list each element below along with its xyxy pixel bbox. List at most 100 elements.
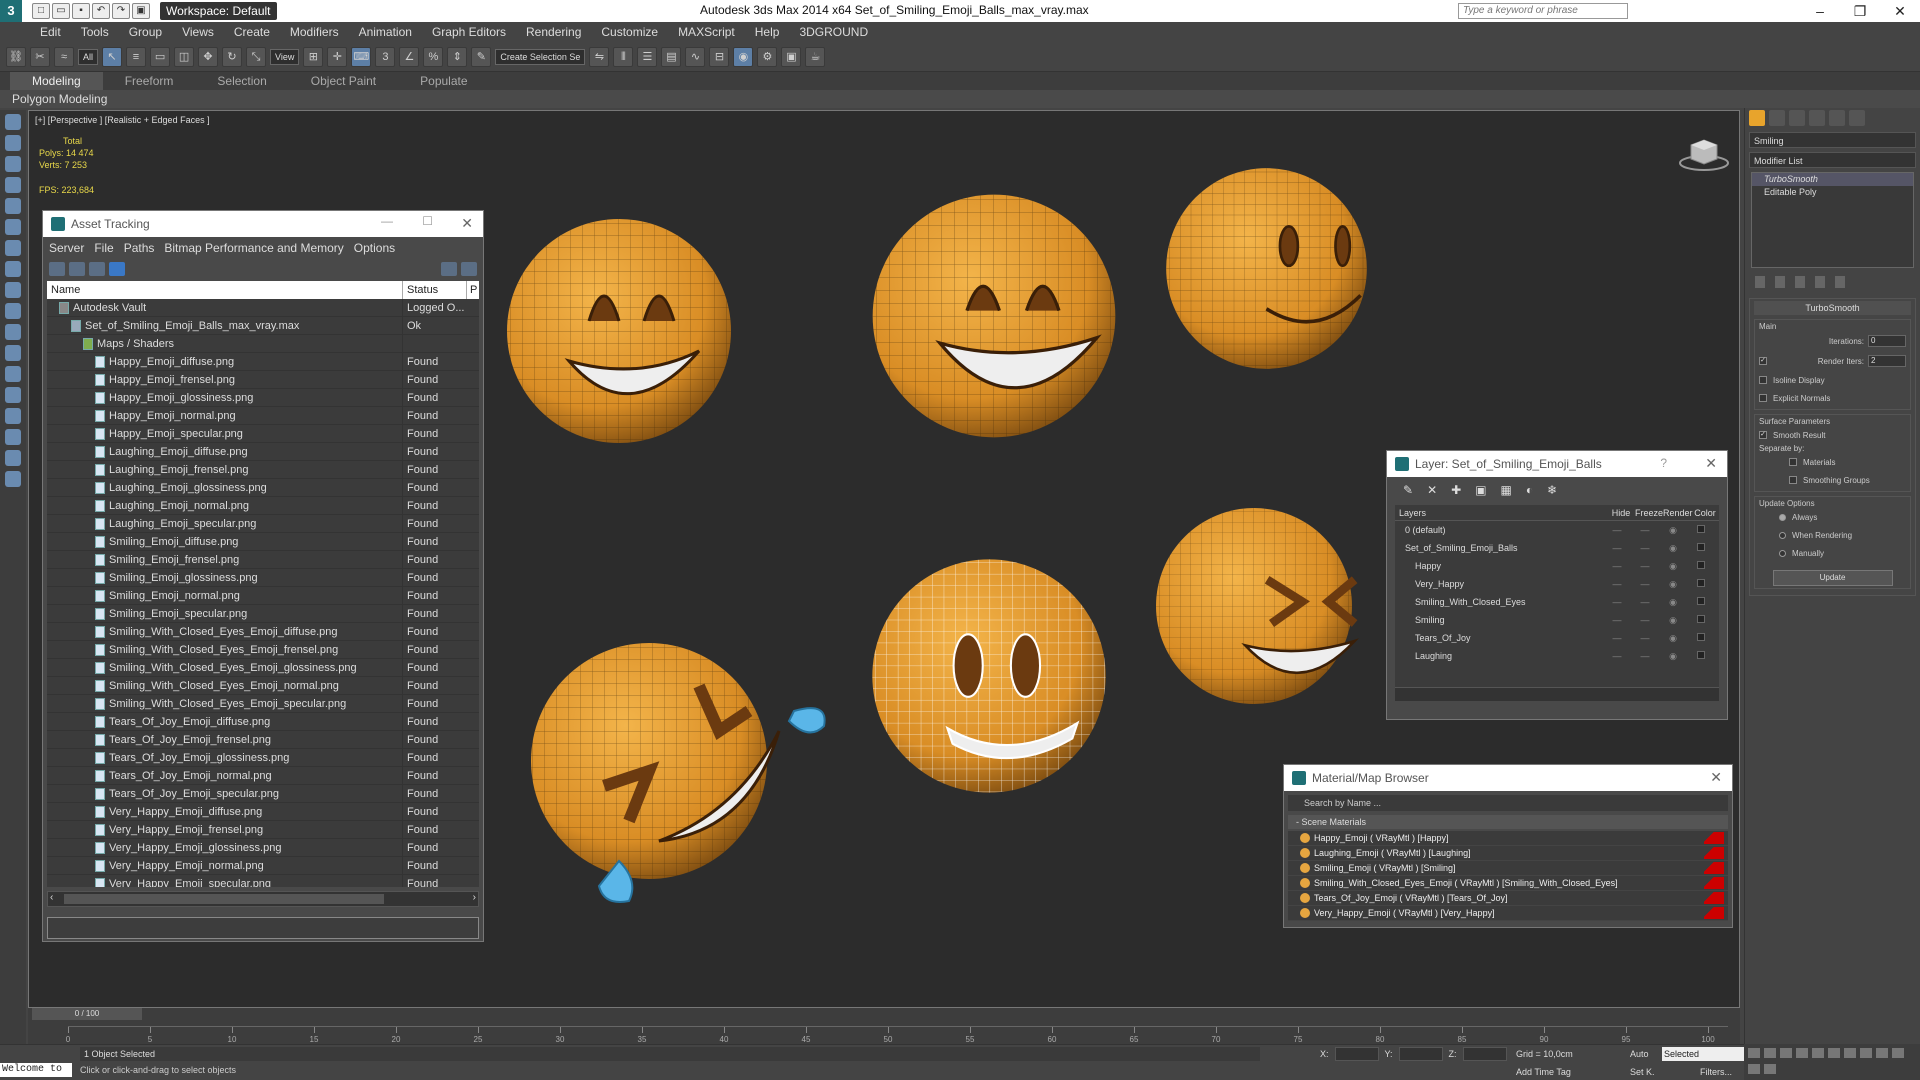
asset-menu-file[interactable]: File xyxy=(94,241,113,255)
layer-row[interactable]: Set_of_Smiling_Emoji_Balls — — ◉ xyxy=(1395,539,1719,557)
cylinder-icon[interactable] xyxy=(5,282,21,298)
time-slider[interactable]: 0 / 100 xyxy=(32,1008,142,1020)
prev-frame-icon[interactable] xyxy=(1764,1048,1776,1058)
layer-new-icon[interactable]: ✎ xyxy=(1403,483,1413,497)
set-key-button[interactable]: Set K. xyxy=(1630,1067,1655,1077)
layer-row[interactable]: 0 (default) — — ◉ xyxy=(1395,521,1719,539)
iterations-spinner[interactable]: 0 xyxy=(1868,335,1906,347)
layer-row[interactable]: Very_Happy — — ◉ xyxy=(1395,575,1719,593)
minimize-icon[interactable]: — xyxy=(381,214,393,228)
modify-tab-icon[interactable] xyxy=(1769,110,1785,126)
table-row[interactable]: Happy_Emoji_glossiness.png Found xyxy=(47,389,479,407)
table-row[interactable]: Smiling_Emoji_specular.png Found xyxy=(47,605,479,623)
layer-hide-toggle[interactable]: — xyxy=(1603,651,1631,661)
named-selection-dropdown[interactable]: Create Selection Se xyxy=(495,48,586,65)
table-row[interactable]: Smiling_Emoji_normal.png Found xyxy=(47,587,479,605)
table-row[interactable]: Tears_Of_Joy_Emoji_diffuse.png Found xyxy=(47,713,479,731)
menu-3dground[interactable]: 3DGROUND xyxy=(799,25,868,39)
table-row[interactable]: Smiling_With_Closed_Eyes_Emoji_specular.… xyxy=(47,695,479,713)
layer-scrollbar[interactable] xyxy=(1395,687,1719,701)
layer-hide-toggle[interactable]: — xyxy=(1603,597,1631,607)
menu-rendering[interactable]: Rendering xyxy=(526,25,581,39)
table-row[interactable]: Laughing_Emoji_frensel.png Found xyxy=(47,461,479,479)
workspace-dropdown[interactable]: Workspace: Default xyxy=(160,2,277,20)
create-icon[interactable] xyxy=(5,114,21,130)
keyboard-shortcut-icon[interactable]: ⌨ xyxy=(351,46,372,67)
list-item[interactable]: Smiling_With_Closed_Eyes_Emoji ( VRayMtl… xyxy=(1288,876,1728,891)
edit-named-sel-icon[interactable]: ✎ xyxy=(471,46,492,67)
asset-scrollbar[interactable]: ‹ › xyxy=(47,891,479,907)
layer-hide-toggle[interactable]: — xyxy=(1603,543,1631,553)
menu-modifiers[interactable]: Modifiers xyxy=(290,25,339,39)
layer-freeze-toggle[interactable]: — xyxy=(1631,651,1659,661)
maximize-icon[interactable]: ❐ xyxy=(1840,0,1880,22)
col-render[interactable]: Render xyxy=(1663,508,1693,518)
layer-add-icon[interactable]: ✚ xyxy=(1451,483,1461,497)
configure-modifier-icon[interactable] xyxy=(1835,276,1845,288)
schematic-icon[interactable]: ⊟ xyxy=(709,46,730,67)
zoom-extents-icon[interactable] xyxy=(1876,1048,1888,1058)
layer-select-icon[interactable]: ▣ xyxy=(1475,483,1486,497)
percent-snap-icon[interactable]: % xyxy=(423,46,444,67)
explicit-normals-checkbox[interactable] xyxy=(1759,394,1767,402)
remove-modifier-icon[interactable] xyxy=(1815,276,1825,288)
torus-icon[interactable] xyxy=(5,303,21,319)
rect-selection-icon[interactable]: ▭ xyxy=(150,46,171,67)
layer-color-swatch[interactable] xyxy=(1687,525,1715,535)
table-row[interactable]: Very_Happy_Emoji_diffuse.png Found xyxy=(47,803,479,821)
layer-color-swatch[interactable] xyxy=(1687,543,1715,553)
align-icon[interactable]: ⫴ xyxy=(613,46,634,67)
key-mode-icon[interactable] xyxy=(1828,1048,1840,1058)
table-row[interactable]: Very_Happy_Emoji_frensel.png Found xyxy=(47,821,479,839)
layer-freeze-toggle[interactable]: — xyxy=(1631,543,1659,553)
layer-render-toggle[interactable]: ◉ xyxy=(1659,633,1687,644)
save-icon[interactable]: ▪ xyxy=(72,3,90,19)
table-row[interactable]: Smiling_Emoji_glossiness.png Found xyxy=(47,569,479,587)
table-row[interactable]: Autodesk Vault Logged O... xyxy=(47,299,479,317)
layer-render-toggle[interactable]: ◉ xyxy=(1659,615,1687,626)
mirror-icon[interactable]: ⇋ xyxy=(589,46,610,67)
layer-row[interactable]: Tears_Of_Joy — — ◉ xyxy=(1395,629,1719,647)
add-time-tag[interactable]: Add Time Tag xyxy=(1516,1067,1571,1077)
table-row[interactable]: Tears_Of_Joy_Emoji_frensel.png Found xyxy=(47,731,479,749)
table-row[interactable]: Set_of_Smiling_Emoji_Balls_max_vray.max O… xyxy=(47,317,479,335)
layer-manager-icon[interactable]: ☰ xyxy=(637,46,658,67)
tab-freeform[interactable]: Freeform xyxy=(103,72,196,90)
maximize-icon[interactable]: ☐ xyxy=(422,214,433,228)
menu-views[interactable]: Views xyxy=(182,25,214,39)
layer-render-toggle[interactable]: ◉ xyxy=(1659,597,1687,608)
layer-freeze-toggle[interactable]: — xyxy=(1631,615,1659,625)
render-iters-checkbox[interactable]: ✓ xyxy=(1759,357,1767,365)
snaps-icon[interactable]: 3 xyxy=(375,46,396,67)
table-row[interactable]: Smiling_With_Closed_Eyes_Emoji_frensel.p… xyxy=(47,641,479,659)
box-icon[interactable] xyxy=(5,240,21,256)
close-icon[interactable]: ✕ xyxy=(1880,0,1920,22)
table-row[interactable]: Laughing_Emoji_specular.png Found xyxy=(47,515,479,533)
show-end-result-icon[interactable] xyxy=(1775,276,1785,288)
scale-icon[interactable]: ⤡ xyxy=(246,46,267,67)
undo-icon[interactable]: ↶ xyxy=(92,3,110,19)
turbosmooth-rollout-title[interactable]: TurboSmooth xyxy=(1754,301,1911,315)
select-object-icon[interactable]: ↖ xyxy=(102,46,123,67)
table-row[interactable]: Tears_Of_Joy_Emoji_specular.png Found xyxy=(47,785,479,803)
layer-color-swatch[interactable] xyxy=(1687,579,1715,589)
y-field[interactable] xyxy=(1398,1047,1443,1061)
key-filters-button[interactable]: Filters... xyxy=(1700,1067,1732,1077)
layer-delete-icon[interactable]: ✕ xyxy=(1427,483,1437,497)
material-browser-titlebar[interactable]: Material/Map Browser ✕ xyxy=(1284,765,1732,791)
help-icon[interactable]: ? xyxy=(1660,456,1667,470)
maxscript-listener[interactable]: Welcome to xyxy=(0,1063,72,1077)
spinner-snap-icon[interactable]: ⇕ xyxy=(447,46,468,67)
table-row[interactable]: Happy_Emoji_diffuse.png Found xyxy=(47,353,479,371)
zoom-all-icon[interactable] xyxy=(1860,1048,1872,1058)
menu-edit[interactable]: Edit xyxy=(40,25,61,39)
goto-start-icon[interactable] xyxy=(1748,1048,1760,1058)
smiling-emoji-ball[interactable] xyxy=(1159,161,1374,376)
list-item[interactable]: Smiling_Emoji ( VRayMtl ) [Smiling] xyxy=(1288,861,1728,876)
close-icon[interactable]: ✕ xyxy=(1710,769,1722,786)
layer-color-swatch[interactable] xyxy=(1687,651,1715,661)
table-row[interactable]: Smiling_With_Closed_Eyes_Emoji_normal.pn… xyxy=(47,677,479,695)
layer-freeze-toggle[interactable]: — xyxy=(1631,579,1659,589)
col-name[interactable]: Name xyxy=(47,281,403,299)
make-unique-icon[interactable] xyxy=(1795,276,1805,288)
